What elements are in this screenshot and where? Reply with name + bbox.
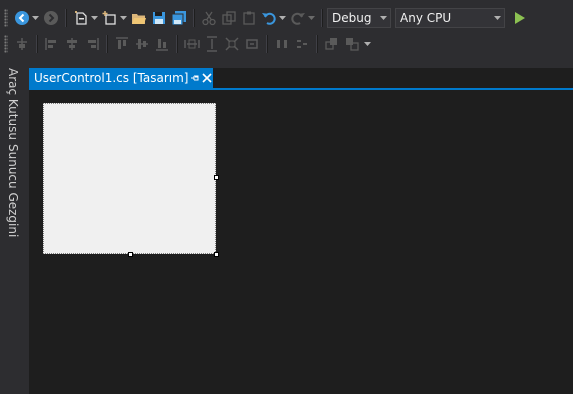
horizontal-spacing-icon[interactable] <box>273 35 291 53</box>
toolbox-tab[interactable]: Araç Kutusu <box>6 68 20 140</box>
editor-area: UserControl1.cs [Tasarım] <box>29 68 573 394</box>
toolbar-grip[interactable] <box>4 9 8 27</box>
user-control-design-surface[interactable] <box>43 103 216 254</box>
chevron-down-icon <box>490 16 504 20</box>
paste-icon[interactable] <box>240 9 258 27</box>
size-to-grid-icon[interactable] <box>243 35 261 53</box>
align-to-grid-icon[interactable] <box>13 35 31 53</box>
document-tab-accent <box>29 88 573 90</box>
resize-handle-bottom[interactable] <box>128 252 133 257</box>
server-explorer-tab[interactable]: Sunucu Gezgini <box>6 144 20 237</box>
align-lefts-icon[interactable] <box>43 35 61 53</box>
save-all-icon[interactable] <box>170 9 188 27</box>
redo-icon[interactable] <box>289 9 307 27</box>
save-icon[interactable] <box>150 9 168 27</box>
document-tab[interactable]: UserControl1.cs [Tasarım] <box>29 68 213 88</box>
layout-toolbar <box>0 33 573 55</box>
standard-toolbar: Debug Any CPU <box>0 5 573 31</box>
make-same-height-icon[interactable] <box>203 35 221 53</box>
copy-icon[interactable] <box>220 9 238 27</box>
configuration-dropdown[interactable]: Debug <box>327 8 391 28</box>
document-tab-title: UserControl1.cs [Tasarım] <box>34 71 189 85</box>
toolbar-separator <box>36 35 38 53</box>
send-to-back-icon[interactable] <box>343 35 361 53</box>
side-tool-panel: Araç Kutusu Sunucu Gezgini <box>0 62 28 394</box>
navigate-forward-icon[interactable] <box>42 9 60 27</box>
start-icon[interactable] <box>510 9 528 27</box>
configuration-value: Debug <box>332 11 372 25</box>
chevron-down-icon[interactable] <box>308 9 315 27</box>
resize-handle-right[interactable] <box>214 175 219 180</box>
align-tops-icon[interactable] <box>113 35 131 53</box>
toolbar-separator <box>176 35 178 53</box>
bring-to-front-icon[interactable] <box>323 35 341 53</box>
align-middles-icon[interactable] <box>133 35 151 53</box>
close-icon[interactable] <box>201 73 213 83</box>
vertical-spacing-icon[interactable] <box>293 35 311 53</box>
make-same-size-icon[interactable] <box>223 35 241 53</box>
undo-icon[interactable] <box>260 9 278 27</box>
cut-icon[interactable] <box>200 9 218 27</box>
new-project-icon[interactable] <box>72 9 90 27</box>
align-centers-icon[interactable] <box>63 35 81 53</box>
toolbar-overflow-icon[interactable] <box>364 35 371 53</box>
resize-handle-bottom-right[interactable] <box>214 252 219 257</box>
platform-value: Any CPU <box>400 11 452 25</box>
toolbar-grip[interactable] <box>4 35 8 53</box>
toolbar-separator <box>106 35 108 53</box>
chevron-down-icon <box>376 16 390 20</box>
open-file-icon[interactable] <box>130 9 148 27</box>
platform-dropdown[interactable]: Any CPU <box>395 8 505 28</box>
navigate-back-icon[interactable] <box>13 9 31 27</box>
toolbar-separator <box>266 35 268 53</box>
align-bottoms-icon[interactable] <box>153 35 171 53</box>
toolbar-separator <box>321 9 323 27</box>
chevron-down-icon[interactable] <box>91 9 98 27</box>
toolbar-separator <box>65 9 67 27</box>
chevron-down-icon[interactable] <box>279 9 286 27</box>
toolbar-separator <box>316 35 318 53</box>
make-same-width-icon[interactable] <box>183 35 201 53</box>
add-item-icon[interactable] <box>101 9 119 27</box>
align-rights-icon[interactable] <box>83 35 101 53</box>
toolbar-separator <box>193 9 195 27</box>
chevron-down-icon[interactable] <box>32 9 39 27</box>
pin-icon[interactable] <box>188 73 200 83</box>
chevron-down-icon[interactable] <box>120 9 127 27</box>
